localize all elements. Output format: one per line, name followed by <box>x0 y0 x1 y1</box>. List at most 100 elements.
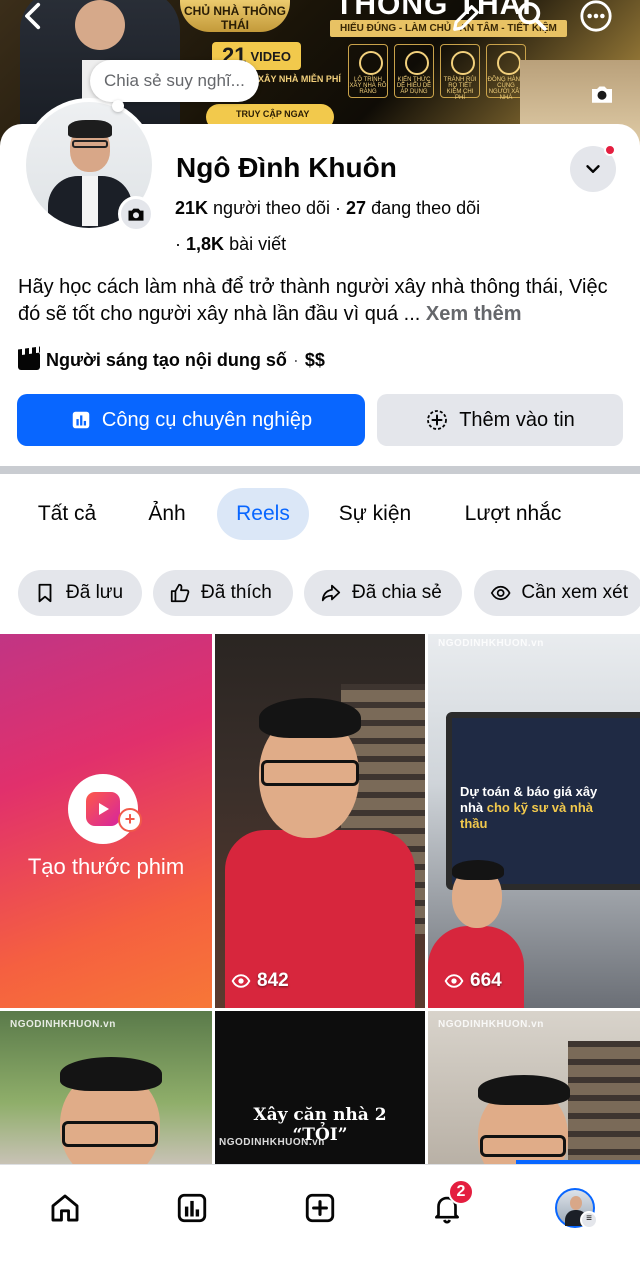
avatar-hair <box>68 120 112 138</box>
nav-home[interactable] <box>40 1183 90 1233</box>
followers-count[interactable]: 21K <box>175 198 208 218</box>
profile-tabs: Tất cả Ảnh Reels Sự kiện Lượt nhắc <box>0 488 640 540</box>
chip-liked[interactable]: Đã thích <box>153 570 293 616</box>
posts-label: bài viết <box>229 234 287 254</box>
notification-dot <box>604 144 616 156</box>
camera-icon <box>128 208 144 221</box>
nav-notifications[interactable]: 2 <box>422 1179 474 1233</box>
menu-icon: ≡ <box>580 1211 598 1229</box>
reel-person-hair <box>478 1075 570 1105</box>
back-button[interactable] <box>14 0 54 36</box>
reel-view-count: 664 <box>444 970 502 992</box>
thumbs-up-icon <box>170 583 190 603</box>
avatar-camera-button[interactable] <box>118 196 154 232</box>
reel-background-shelf <box>568 1041 640 1164</box>
tab-reels[interactable]: Reels <box>217 488 309 540</box>
create-icon <box>305 1193 335 1223</box>
nav-profile[interactable]: ≡ <box>550 1183 600 1233</box>
section-divider <box>0 466 640 474</box>
cover-camera-button[interactable] <box>582 74 622 114</box>
reel-person-hair <box>259 698 361 738</box>
creator-price: $$ <box>304 350 325 370</box>
reel-thumbnail[interactable]: Xây căn nhà 2 “TỎI” NGODINHKHUON.vn <box>215 1011 425 1164</box>
chip-shared-label: Đã chia sẻ <box>352 582 442 603</box>
creator-separator: · <box>292 350 299 370</box>
reel-thumbnail[interactable]: NGODINHKHUON.vn Dự toán & báo giá xây nh… <box>428 634 640 1008</box>
create-reel-tile[interactable]: + Tạo thước phim <box>0 634 212 1008</box>
add-circle-icon <box>427 410 448 430</box>
bottom-navigation: 2 ≡ <box>0 1164 640 1278</box>
reels-grid: + Tạo thước phim 842 NGODINHKHUON.vn Dự … <box>0 634 640 1164</box>
share-icon <box>321 584 341 602</box>
tab-events[interactable]: Sự kiện <box>322 488 428 540</box>
cover-feature: KIẾN THỨC DỄ HIỂU DỄ ÁP DỤNG <box>394 44 434 98</box>
reel-person-hair <box>452 860 504 880</box>
following-count[interactable]: 27 <box>346 198 366 218</box>
stats-separator: · <box>175 234 181 254</box>
edit-button[interactable] <box>446 0 486 38</box>
back-icon <box>25 2 41 30</box>
following-label[interactable]: đang theo dõi <box>371 198 480 218</box>
search-button[interactable] <box>512 0 552 36</box>
bookmark-icon <box>38 583 52 603</box>
clapperboard-icon <box>18 351 40 370</box>
reel-person-shirt <box>428 926 524 1008</box>
tab-mentions[interactable]: Lượt nhắc <box>446 488 580 540</box>
tab-all[interactable]: Tất cả <box>20 488 114 540</box>
followers-label[interactable]: người theo dõi <box>213 198 330 218</box>
thought-bubble-text: Chia sẻ suy nghĩ... <box>104 71 245 90</box>
reel-glyph <box>86 792 120 826</box>
professional-tools-button[interactable]: Công cụ chuyên nghiệp <box>17 394 365 446</box>
reel-screen-title: Dự toán & báo giá xây nhà cho kỹ sư và n… <box>460 784 620 832</box>
reel-views-value: 842 <box>257 970 289 991</box>
cover-features: LỘ TRÌNH XÂY NHÀ RÕ RÀNG KIẾN THỨC DỄ HI… <box>348 44 526 101</box>
chip-liked-label: Đã thích <box>201 582 272 603</box>
reel-thumbnail[interactable]: NGODINHKHUON.vn <box>428 1011 640 1164</box>
nav-dashboard[interactable] <box>167 1183 217 1233</box>
chip-needs-review[interactable]: Cần xem xét <box>474 570 640 616</box>
stats-separator: · <box>335 198 341 218</box>
cover-free-text: XÂY NHÀ MIỄN PHÍ <box>258 74 341 84</box>
reel-person-glasses <box>480 1135 566 1157</box>
posts-stats: · 1,8K bài viết <box>175 234 286 255</box>
avatar-shirt <box>82 176 98 226</box>
notifications-badge: 2 <box>448 1179 474 1205</box>
add-to-story-label: Thêm vào tin <box>459 408 575 431</box>
follow-stats: 21K người theo dõi · 27 đang theo dõi <box>175 198 480 219</box>
dashboard-icon <box>177 1193 207 1223</box>
tab-photos[interactable]: Ảnh <box>124 488 210 540</box>
edit-icon <box>453 5 479 31</box>
cover-headline: THÔNG THÁI <box>335 0 532 21</box>
more-options-button[interactable] <box>576 0 616 36</box>
reels-filter-chips: Đã lưu Đã thích Đã chia sẻ Cần xem xét <box>0 570 640 616</box>
add-to-story-button[interactable]: Thêm vào tin <box>377 394 623 446</box>
reel-thumbnail[interactable]: 842 <box>215 634 425 1008</box>
avatar-glasses <box>72 140 108 148</box>
camera-icon <box>592 86 612 103</box>
reel-person-glasses <box>261 760 359 786</box>
chip-saved-label: Đã lưu <box>66 582 124 603</box>
more-icon <box>580 0 612 32</box>
nav-create[interactable] <box>295 1183 345 1233</box>
see-more-link[interactable]: Xem thêm <box>426 303 522 325</box>
chip-saved[interactable]: Đã lưu <box>18 570 142 616</box>
reel-person-hair <box>60 1057 162 1091</box>
create-reel-label: Tạo thước phim <box>27 854 185 879</box>
thought-bubble[interactable]: Chia sẻ suy nghĩ... <box>90 60 259 112</box>
eye-icon <box>490 585 511 601</box>
profile-bio: Hãy học cách làm nhà để trở thành người … <box>18 274 628 328</box>
chip-needs-review-label: Cần xem xét <box>521 582 628 603</box>
reel-watermark: NGODINHKHUON.vn <box>219 1137 325 1148</box>
plus-icon: + <box>118 808 142 832</box>
chevron-down-icon <box>586 165 600 173</box>
profile-name: Ngô Đình Khuôn <box>176 152 397 183</box>
cover-feature: LỘ TRÌNH XÂY NHÀ RÕ RÀNG <box>348 44 388 98</box>
reel-thumbnail[interactable]: NGODINHKHUON.vn <box>0 1011 212 1164</box>
home-icon <box>51 1194 79 1222</box>
chip-shared[interactable]: Đã chia sẻ <box>304 570 462 616</box>
reel-watermark: NGODINHKHUON.vn <box>438 1019 544 1030</box>
reel-views-value: 664 <box>470 970 502 991</box>
professional-tools-label: Công cụ chuyên nghiệp <box>101 408 313 431</box>
cover-feature: TRÁNH RỦI RO TIẾT KIỆM CHI PHÍ <box>440 44 480 101</box>
eye-icon <box>231 974 251 988</box>
